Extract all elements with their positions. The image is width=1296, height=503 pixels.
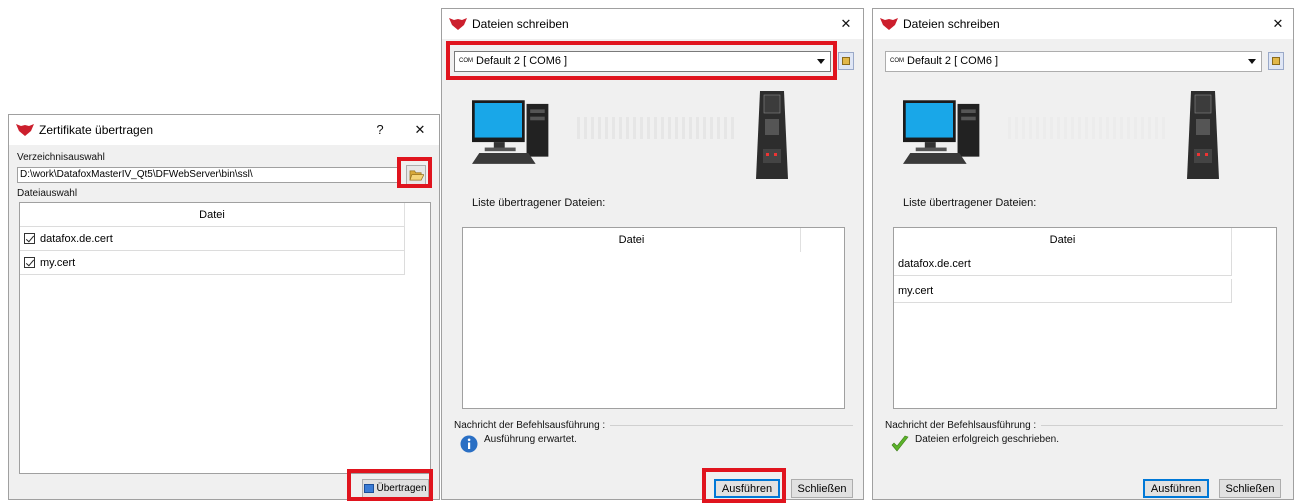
message-text: Ausführung erwartet. [484, 434, 577, 445]
column-header-datei[interactable]: Datei [463, 228, 801, 252]
directory-label: Verzeichnisauswahl [17, 152, 105, 163]
computer-icon [472, 100, 549, 164]
file-row[interactable]: my.cert [20, 251, 405, 275]
file-name: datafox.de.cert [898, 258, 971, 270]
terminal-device-icon [1187, 91, 1219, 179]
directory-path-value: D:\work\DatafoxMasterIV_Qt5\DFWebServer\… [20, 169, 253, 180]
highlight-browse [397, 157, 432, 188]
run-button[interactable]: Ausführen [1143, 479, 1209, 498]
settings-icon [1272, 57, 1280, 65]
connection-indicator [1008, 117, 1168, 139]
message-group-line [610, 425, 853, 426]
close-button[interactable]: ✕ [409, 120, 431, 140]
highlight-transfer [347, 469, 433, 501]
computer-icon [903, 100, 980, 164]
message-label: Nachricht der Befehlsausführung : [454, 420, 606, 431]
chevron-down-icon [1248, 59, 1256, 64]
device-settings-button[interactable] [1268, 52, 1284, 70]
window-title: Dateien schreiben [472, 17, 569, 31]
checkmark-icon [891, 435, 909, 452]
file-name: my.cert [40, 257, 76, 269]
device-settings-button[interactable] [838, 52, 854, 70]
checkbox-checked[interactable] [24, 232, 35, 244]
message-text: Dateien erfolgreich geschrieben. [915, 434, 1059, 445]
certificate-transfer-window: Zertifikate übertragen ? ✕ Verzeichnisau… [8, 114, 440, 501]
close-button[interactable]: ✕ [835, 14, 857, 34]
write-files-window-pending: Dateien schreiben ✕ COM Default 2 [ COM6 … [441, 8, 864, 503]
file-row[interactable]: my.cert [894, 279, 1232, 303]
message-group-line [1041, 425, 1283, 426]
title-bar[interactable]: Dateien schreiben ✕ [442, 9, 863, 39]
directory-path-input[interactable]: D:\work\DatafoxMasterIV_Qt5\DFWebServer\… [17, 167, 400, 183]
transferred-files-label: Liste übertragener Dateien: [903, 197, 1037, 209]
column-header-datei[interactable]: Datei [20, 203, 405, 227]
close-dialog-button[interactable]: Schließen [1219, 479, 1281, 498]
file-name: my.cert [898, 285, 934, 297]
connection-indicator [577, 117, 737, 139]
window-title: Zertifikate übertragen [39, 123, 154, 137]
close-button[interactable]: ✕ [1267, 14, 1289, 34]
highlight-device-select [446, 41, 837, 80]
file-name: datafox.de.cert [40, 233, 113, 245]
file-row[interactable]: datafox.de.cert [20, 227, 405, 251]
title-bar[interactable]: Dateien schreiben ✕ [873, 9, 1293, 39]
file-row[interactable]: datafox.de.cert [894, 252, 1232, 276]
file-selection-label: Dateiauswahl [17, 188, 78, 199]
message-label: Nachricht der Befehlsausführung : [885, 420, 1037, 431]
close-dialog-button[interactable]: Schließen [791, 479, 853, 498]
datafox-logo-icon [16, 124, 34, 136]
settings-icon [842, 57, 850, 65]
checkbox-checked[interactable] [24, 256, 35, 268]
info-icon [460, 435, 478, 453]
com-tag: COM [890, 58, 904, 64]
device-select[interactable]: COM Default 2 [ COM6 ] [885, 51, 1262, 72]
title-bar[interactable]: Zertifikate übertragen ? ✕ [9, 115, 439, 145]
transferred-files-list[interactable]: Datei datafox.de.cert my.cert [893, 227, 1277, 409]
terminal-device-icon [756, 91, 788, 179]
column-header-datei[interactable]: Datei [894, 228, 1232, 252]
datafox-logo-icon [880, 18, 898, 30]
help-button[interactable]: ? [369, 120, 391, 140]
device-select-value: Default 2 [ COM6 ] [907, 55, 999, 67]
highlight-run [702, 468, 786, 503]
datafox-logo-icon [449, 18, 467, 30]
write-files-window-done: Dateien schreiben ✕ COM Default 2 [ COM6 … [872, 8, 1294, 500]
file-list[interactable]: Datei datafox.de.cert my.cert [19, 202, 431, 474]
transferred-files-list[interactable]: Datei [462, 227, 845, 409]
transferred-files-label: Liste übertragener Dateien: [472, 197, 606, 209]
window-title: Dateien schreiben [903, 17, 1000, 31]
